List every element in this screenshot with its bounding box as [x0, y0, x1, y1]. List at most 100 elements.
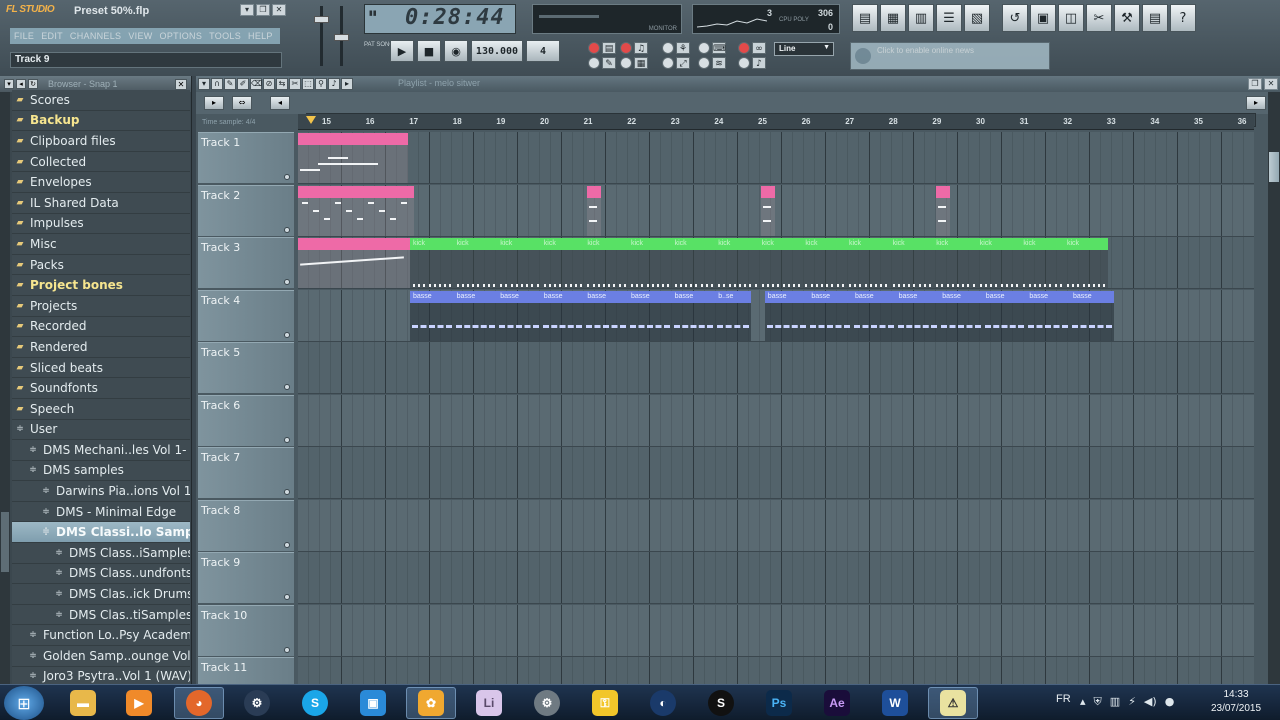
mixer-button[interactable]: ☰ — [936, 4, 962, 32]
blue-clip[interactable]: basse — [584, 290, 628, 341]
record-button[interactable]: ◉ — [444, 40, 468, 62]
green-clip[interactable]: kick — [540, 238, 585, 288]
track-lane[interactable] — [298, 604, 1254, 657]
menu-channels[interactable]: CHANNELS — [70, 31, 121, 41]
taskbar-app[interactable]: ▣ — [348, 687, 398, 719]
record-mode-led[interactable] — [588, 42, 600, 54]
browser-refresh-icon[interactable]: ↻ — [28, 79, 38, 89]
green-clip[interactable]: kick — [671, 238, 716, 288]
browser-scroll-thumb[interactable] — [1, 512, 9, 572]
blue-clip[interactable]: basse — [1070, 290, 1114, 341]
browser-item[interactable]: ≑ DMS Clas..tiSamples — [12, 604, 190, 626]
browser-item[interactable]: ▰ Impulses — [12, 213, 190, 235]
track-lane[interactable] — [298, 552, 1254, 604]
stop-button[interactable]: ■ — [417, 40, 441, 62]
browser-scrollbar[interactable] — [0, 92, 10, 684]
countdown-icon[interactable]: ♫ — [634, 42, 648, 54]
green-clip[interactable]: kick — [584, 238, 628, 288]
track-header[interactable]: Track 10 — [198, 604, 294, 656]
ruler-icon[interactable]: ⤢ — [676, 57, 690, 69]
track-lane[interactable] — [298, 184, 1254, 237]
taskbar-app6[interactable]: ⚠ — [928, 687, 978, 719]
loop-led[interactable] — [588, 57, 600, 69]
pink-clip[interactable] — [298, 185, 414, 236]
green-clip[interactable]: kick — [715, 238, 759, 288]
browser-item[interactable]: ≑ DMS Mechani..les Vol 1- 4 — [12, 440, 190, 461]
blue-clip[interactable]: basse — [852, 290, 896, 341]
online-news-panel[interactable]: Click to enable online news — [850, 42, 1050, 70]
zoom-tool-icon[interactable]: ⚲ — [315, 78, 327, 90]
browser-back-icon[interactable]: ◂ — [16, 79, 26, 89]
piano-roll-button[interactable]: ▥ — [908, 4, 934, 32]
wave-icon[interactable]: ≋ — [712, 57, 726, 69]
draw-tool-icon[interactable]: ✎ — [224, 78, 236, 90]
browser-item[interactable]: ▰ Projects — [12, 295, 190, 317]
step-sequencer-button[interactable]: ▦ — [880, 4, 906, 32]
minimize-button[interactable]: ▾ — [240, 4, 254, 16]
green-clip[interactable]: kick — [628, 238, 672, 288]
green-clip[interactable]: kick — [453, 238, 498, 288]
browser-item[interactable]: ≑ User — [12, 419, 190, 441]
zoom-button[interactable]: ⇔ — [232, 96, 252, 110]
tray-usb-icon[interactable]: ⚡ — [1128, 695, 1136, 709]
taskbar-steam[interactable]: ⚙ — [232, 687, 282, 719]
browser-menu-icon[interactable]: ▾ — [4, 79, 14, 89]
track-lane[interactable]: kick kick kick kick kick kick kick kick kick kick… — [298, 237, 1254, 289]
track-mute-led[interactable] — [284, 174, 290, 180]
paint-tool-icon[interactable]: ✐ — [237, 78, 249, 90]
browser-item[interactable]: ▰ Misc — [12, 234, 190, 255]
browser-item[interactable]: ≑ Function Lo..Psy Academy — [12, 625, 190, 647]
track-header[interactable]: Track 8 — [198, 499, 294, 551]
playlist-close-button[interactable]: ✕ — [1264, 78, 1278, 90]
taskbar-app4[interactable]: ◐ — [638, 687, 688, 719]
blue-clip[interactable]: basse — [540, 290, 585, 341]
tray-record-icon[interactable]: ● — [1165, 695, 1175, 709]
taskbar-fl-studio[interactable]: ✿ — [406, 687, 456, 719]
cpu-panel[interactable]: 3 306 CPU POLY 0 — [692, 4, 840, 34]
browser-item[interactable]: ▰ Envelopes — [12, 172, 190, 193]
menu-help[interactable]: HELP — [248, 31, 273, 41]
track-header[interactable]: Track 5 — [198, 342, 294, 393]
blue-clip[interactable]: basse — [895, 290, 940, 341]
blue-clip[interactable]: basse — [671, 290, 716, 341]
aux-led[interactable] — [738, 57, 750, 69]
pattern-number[interactable]: 4 — [526, 40, 560, 62]
menu-file[interactable]: FILE — [14, 31, 34, 41]
pan-led[interactable] — [698, 57, 710, 69]
green-clip[interactable]: kick — [410, 238, 454, 288]
track-header[interactable]: Track 1 — [198, 132, 294, 183]
tray-volume-icon[interactable]: ◀) — [1144, 695, 1157, 709]
restore-button[interactable]: ❐ — [256, 4, 270, 16]
taskbar-after-effects[interactable]: Ae — [812, 687, 862, 719]
language-indicator[interactable]: FR — [1056, 693, 1071, 705]
browser-item[interactable]: ▰ Project bones — [12, 275, 190, 296]
timeline-ruler[interactable]: 15 16 17 18 19 20 21 22 23 24 25 26 27 28 29 30 31 32 33 34… — [298, 114, 1254, 130]
system-clock[interactable]: 14:33 23/07/2015 — [1196, 688, 1276, 716]
blue-clip[interactable]: basse — [808, 290, 852, 341]
menu-edit[interactable]: EDIT — [41, 31, 63, 41]
vertical-scroll-thumb[interactable] — [1269, 152, 1279, 182]
grid-icon[interactable]: ▦ — [634, 57, 648, 69]
green-clip[interactable]: kick — [1064, 238, 1108, 288]
browser-item[interactable]: ▰ Clipboard files — [12, 131, 190, 152]
pink-clip[interactable] — [298, 133, 408, 183]
track-mute-led[interactable] — [284, 541, 290, 548]
pink-clip[interactable] — [587, 185, 601, 236]
browser-item[interactable]: ▰ Speech — [12, 398, 190, 420]
tempo-display[interactable]: 130.000 — [471, 40, 523, 62]
track-header[interactable]: Track 4 — [198, 289, 294, 341]
green-clip[interactable]: kick — [889, 238, 934, 288]
taskbar-explorer[interactable]: ▬ — [58, 687, 108, 719]
save-button[interactable]: ▣ — [1030, 4, 1056, 32]
output-monitor[interactable]: MONITOR — [532, 4, 682, 34]
undo-button[interactable]: ↺ — [1002, 4, 1028, 32]
menu-tools[interactable]: TOOLS — [209, 31, 241, 41]
link-icon[interactable]: ∞ — [752, 42, 766, 54]
taskbar-word[interactable]: W — [870, 687, 920, 719]
browser-item[interactable]: ≑ Golden Samp..ounge Vol 2 — [12, 646, 190, 667]
volume-knob[interactable] — [314, 16, 329, 23]
taskbar-skype[interactable]: S — [290, 687, 340, 719]
track-mute-led[interactable] — [284, 436, 290, 443]
playlist-button[interactable]: ▤ — [852, 4, 878, 32]
blue-clip[interactable]: basse — [939, 290, 983, 341]
